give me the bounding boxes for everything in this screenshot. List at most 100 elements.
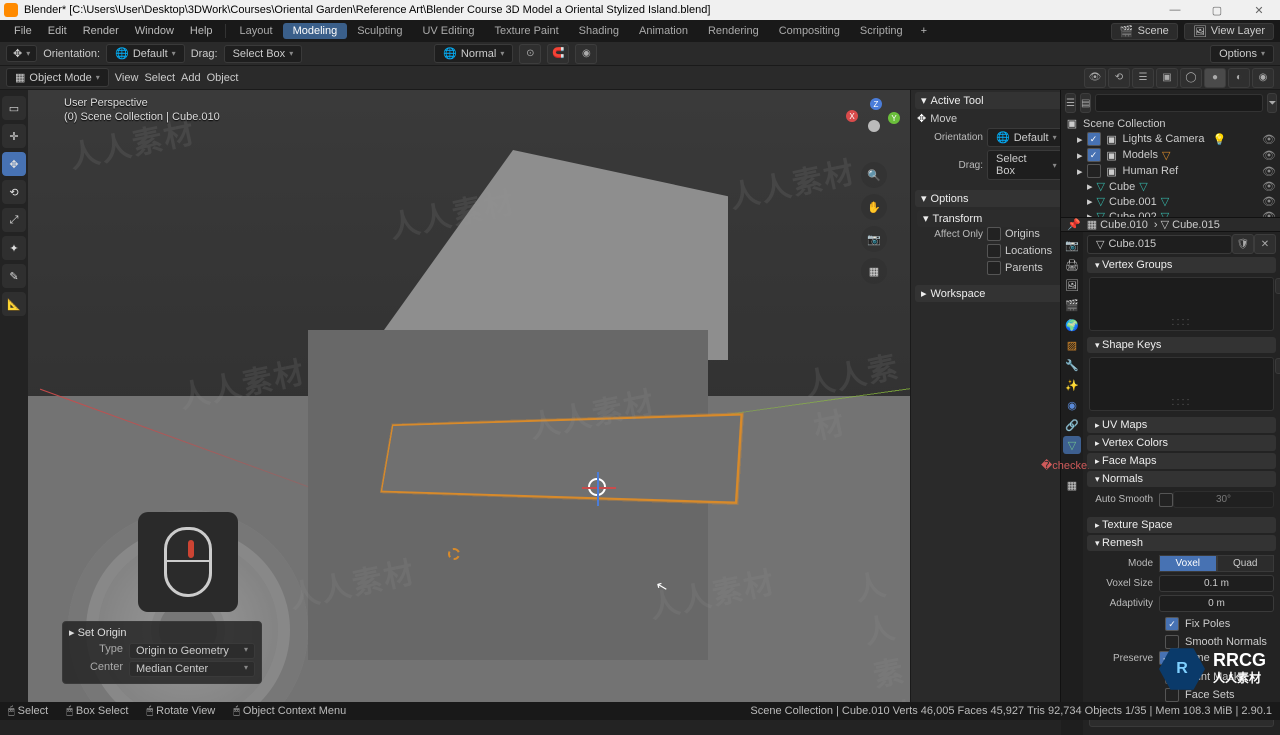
tool-rotate[interactable]: ⟲ (2, 180, 26, 204)
ptab-particles[interactable]: ✨ (1063, 376, 1081, 394)
tree-row[interactable]: ▸▽Cube.001▽👁 (1063, 194, 1278, 209)
auto-smooth-check[interactable] (1159, 493, 1173, 507)
tool-annotate[interactable]: ✎ (2, 264, 26, 288)
np-drag-dropdown[interactable]: Select Box ▾ (987, 150, 1066, 180)
perspective-button[interactable]: ▦ (861, 258, 887, 284)
origins-check[interactable] (987, 227, 1001, 241)
face-maps-header[interactable]: Face Maps (1087, 453, 1276, 469)
vertex-groups-list[interactable]: +:::: (1089, 277, 1274, 331)
workspace-header[interactable]: ▸ Workspace (915, 285, 1068, 302)
workspace-tab-modeling[interactable]: Modeling (283, 23, 348, 39)
vertex-colors-header[interactable]: Vertex Colors (1087, 435, 1276, 451)
pivot-icon[interactable]: ⊙ (519, 44, 541, 64)
tree-row[interactable]: ▸✓▣Lights & Camera💡👁 (1063, 131, 1278, 147)
crumb-mesh[interactable]: Cube.015 (1172, 219, 1220, 231)
fix-poles-check[interactable]: ✓ (1165, 617, 1179, 631)
proportional-icon[interactable]: ◉ (575, 44, 597, 64)
nav-gizmo[interactable]: Z X Y (844, 96, 904, 156)
pin-icon[interactable]: 📌 (1067, 218, 1081, 231)
workspace-tab-shading[interactable]: Shading (569, 25, 629, 37)
orientation-dropdown[interactable]: 🌐 Default ▾ (106, 44, 185, 63)
view-menu[interactable]: View (115, 72, 139, 84)
outliner-filter-icon[interactable]: ⏷ (1267, 93, 1277, 113)
workspace-tab-layout[interactable]: Layout (230, 25, 283, 37)
tool-transform[interactable]: ✦ (2, 236, 26, 260)
camera-button[interactable]: 📷 (861, 226, 887, 252)
menu-file[interactable]: File (6, 25, 40, 37)
add-shape-key-button[interactable]: + (1275, 358, 1280, 374)
workspace-tab-sculpting[interactable]: Sculpting (347, 25, 412, 37)
add-menu[interactable]: Add (181, 72, 201, 84)
axis-z-icon[interactable]: Z (870, 98, 882, 110)
ptab-object[interactable]: ▨ (1063, 336, 1081, 354)
snap-icon[interactable]: 🧲 (547, 44, 569, 64)
tree-row[interactable]: ▸▽Cube▽👁 (1063, 179, 1278, 194)
workspace-tab-scripting[interactable]: Scripting (850, 25, 913, 37)
voxel-size-field[interactable]: 0.1 m (1159, 575, 1274, 592)
object-menu[interactable]: Object (207, 72, 239, 84)
shape-keys-header[interactable]: Shape Keys (1087, 337, 1276, 353)
add-vertex-group-button[interactable]: + (1275, 278, 1280, 294)
ptab-modifiers[interactable]: 🔧 (1063, 356, 1081, 374)
tool-measure[interactable]: 📐 (2, 292, 26, 316)
minimize-button[interactable]: — (1158, 4, 1192, 17)
overlay-toggle-icon[interactable]: ☰ (1132, 68, 1154, 88)
outliner-layers-icon[interactable]: ▤ (1080, 93, 1091, 113)
texture-space-header[interactable]: Texture Space (1087, 517, 1276, 533)
active-tool-header[interactable]: ▾ Active Tool (915, 92, 1068, 109)
remesh-mode-voxel[interactable]: Voxel (1159, 555, 1217, 572)
np-orientation-dropdown[interactable]: 🌐 Default ▾ (987, 128, 1066, 147)
gizmo-toggle-icon[interactable]: ⟲ (1108, 68, 1130, 88)
tool-move[interactable]: ✥ (2, 152, 26, 176)
ptab-constraints[interactable]: 🔗 (1063, 416, 1081, 434)
mesh-name-field[interactable]: ▽ Cube.015 (1087, 235, 1232, 254)
tree-row[interactable]: ▸✓▣Models▽👁 (1063, 147, 1278, 163)
shape-keys-list[interactable]: +:::: (1089, 357, 1274, 411)
remesh-header[interactable]: Remesh (1087, 535, 1276, 551)
ptab-material[interactable]: �checkered (1063, 456, 1081, 474)
tree-row[interactable]: ▸▣Human Ref👁 (1063, 163, 1278, 179)
transform-subheader[interactable]: ▾ Transform (917, 210, 1066, 227)
menu-render[interactable]: Render (75, 25, 127, 37)
crumb-object[interactable]: Cube.010 (1100, 219, 1148, 231)
redo-panel-set-origin[interactable]: ▸ Set Origin Type Origin to Geometry▾ Ce… (62, 621, 262, 684)
workspace-add[interactable]: + (913, 25, 935, 37)
locations-check[interactable] (987, 244, 1001, 258)
rendered-shading-icon[interactable]: ◉ (1252, 68, 1274, 88)
tree-row[interactable]: ▸▽Cube.002▽👁 (1063, 209, 1278, 217)
move-tool-icon[interactable]: ✥ ▾ (6, 45, 37, 62)
nav-center-icon[interactable] (868, 120, 880, 132)
solid-shading-icon[interactable]: ● (1204, 68, 1226, 88)
tool-cursor[interactable]: ✛ (2, 124, 26, 148)
type-dropdown[interactable]: Origin to Geometry▾ (129, 643, 255, 659)
collection-toggle[interactable]: ✓ (1087, 132, 1101, 146)
axis-y-icon[interactable]: Y (888, 112, 900, 124)
adaptivity-field[interactable]: 0 m (1159, 595, 1274, 612)
workspace-tab-texturepaint[interactable]: Texture Paint (484, 25, 568, 37)
fake-user-icon[interactable]: 🛡 (1232, 234, 1254, 254)
zoom-button[interactable]: 🔍 (861, 162, 887, 188)
unlink-icon[interactable]: ✕ (1254, 234, 1276, 254)
menu-window[interactable]: Window (127, 25, 182, 37)
xray-icon[interactable]: ▣ (1156, 68, 1178, 88)
remesh-mode-quad[interactable]: Quad (1217, 555, 1275, 572)
ptab-scene[interactable]: 🎬 (1063, 296, 1081, 314)
menu-edit[interactable]: Edit (40, 25, 75, 37)
3d-viewport[interactable]: ↖ 人人素材 人人素材 人人素材 人人素材 人人素材 人人素材 人人素材 人人素… (28, 90, 910, 702)
close-button[interactable]: ✕ (1242, 4, 1276, 17)
vertex-groups-header[interactable]: Vertex Groups (1087, 257, 1276, 273)
tool-scale[interactable]: ⤢ (2, 208, 26, 232)
auto-smooth-angle[interactable]: 30° (1173, 491, 1274, 508)
normals-header[interactable]: Normals (1087, 471, 1276, 487)
outliner-search[interactable] (1095, 94, 1263, 112)
ptab-viewlayer[interactable]: 🖼 (1063, 276, 1081, 294)
wire-shading-icon[interactable]: ◯ (1180, 68, 1202, 88)
ptab-render[interactable]: 📷 (1063, 236, 1081, 254)
transform-orientation-dropdown[interactable]: 🌐 Normal ▾ (434, 44, 513, 63)
tool-select-box[interactable]: ▭ (2, 96, 26, 120)
workspace-tab-uvediting[interactable]: UV Editing (412, 25, 484, 37)
ptab-world[interactable]: 🌍 (1063, 316, 1081, 334)
ptab-output[interactable]: 🖨 (1063, 256, 1081, 274)
menu-help[interactable]: Help (182, 25, 221, 37)
ptab-texture[interactable]: ▦ (1063, 476, 1081, 494)
